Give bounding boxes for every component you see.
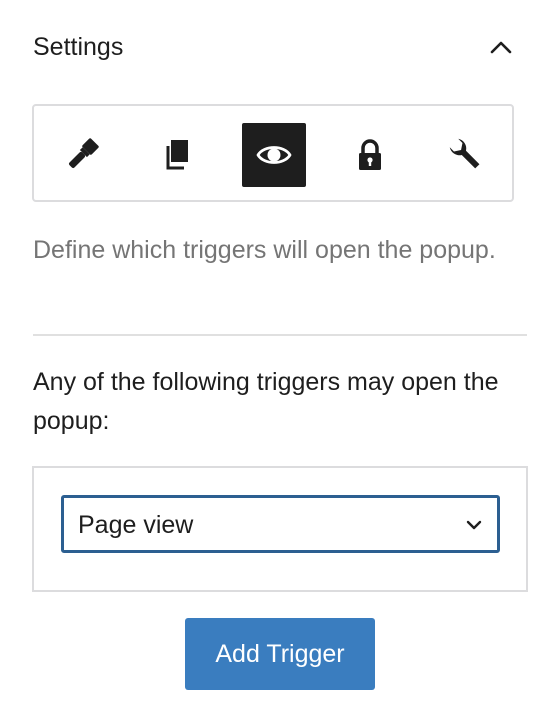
chevron-up-icon (490, 41, 512, 54)
tab-restrictions[interactable] (338, 123, 402, 187)
copy-pages-icon (166, 140, 188, 170)
chevron-down-icon (466, 520, 482, 530)
trigger-row: Page view (32, 466, 528, 592)
tab-advanced[interactable] (434, 123, 498, 187)
trigger-type-select[interactable]: Page view (61, 495, 500, 553)
add-trigger-button[interactable]: Add Trigger (185, 618, 375, 690)
tab-pages[interactable] (146, 123, 210, 187)
settings-tab-bar (32, 104, 514, 202)
eye-icon (256, 146, 292, 164)
lock-icon (359, 139, 381, 170)
panel-title: Settings (33, 33, 124, 61)
tab-visibility[interactable] (242, 123, 306, 187)
settings-header[interactable]: Settings (33, 30, 523, 66)
settings-panel: Settings Define which triggers will open… (0, 0, 554, 720)
wrench-icon (449, 138, 480, 169)
collapse-button[interactable] (485, 32, 517, 64)
trigger-type-value: Page view (78, 511, 194, 539)
triggers-intro: Any of the following triggers may open t… (33, 368, 499, 435)
tab-description: Define which triggers will open the popu… (33, 236, 496, 264)
tab-appearance[interactable] (50, 123, 114, 187)
divider (33, 334, 527, 336)
paintbrush-icon (69, 138, 99, 168)
